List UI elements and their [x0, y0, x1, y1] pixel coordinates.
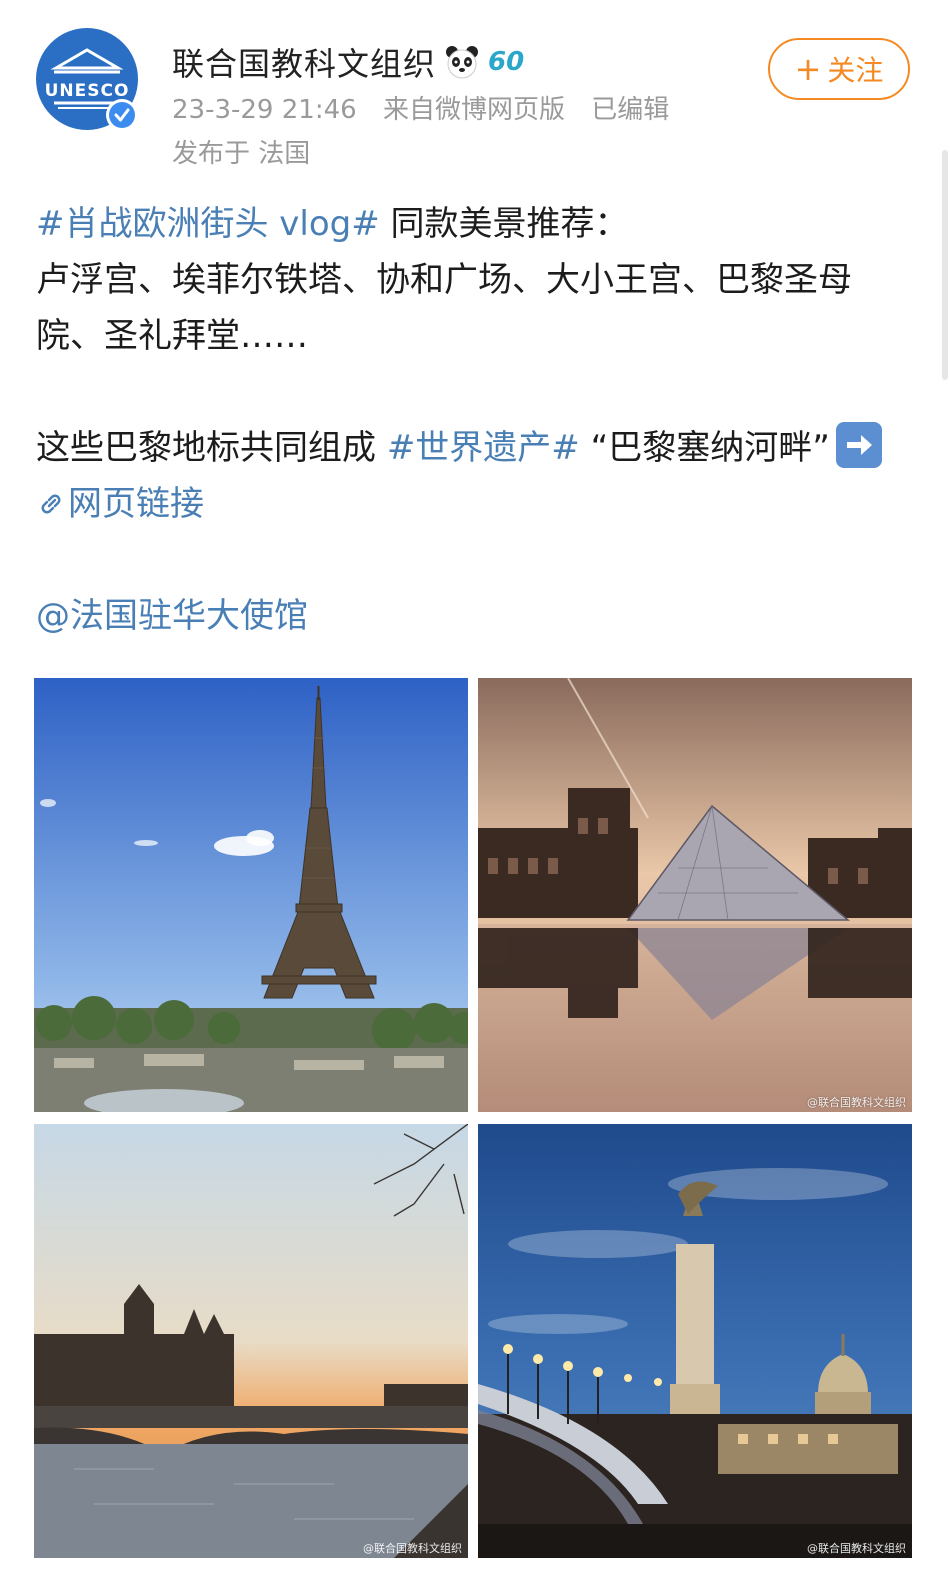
right-arrow-icon [835, 422, 882, 468]
verified-icon [106, 99, 138, 131]
edited-label[interactable]: 已编辑 [591, 95, 669, 125]
post-timestamp: 23-3-29 21:46 [172, 95, 357, 125]
post-location: 发布于 法国 [172, 139, 311, 169]
panda-icon [446, 46, 479, 79]
watermark: @联合国教科文组织 [363, 1541, 462, 1555]
image-grid: @联合国教科文组织 @联合国教科文组织 @联合国教科文组织 [34, 678, 914, 1558]
post-text: 卢浮宫、埃菲尔铁塔、协和广场、大小王宫、巴黎圣母院、圣礼拜堂…… [36, 260, 852, 356]
post-source: 来自微博网页版 [382, 95, 565, 125]
mention-link[interactable]: @法国驻华大使馆 [36, 596, 308, 636]
seine-bridge-photo[interactable]: @联合国教科文组织 [34, 1124, 468, 1558]
hashtag-link[interactable]: #世界遗产# [387, 428, 580, 468]
plus-icon: + [794, 50, 822, 88]
scrollbar[interactable] [942, 150, 948, 380]
post-paragraph-1: #肖战欧洲街头 vlog# 同款美景推荐： 卢浮宫、埃菲尔铁塔、协和广场、大小王… [36, 196, 916, 364]
post-body: #肖战欧洲街头 vlog# 同款美景推荐： 卢浮宫、埃菲尔铁塔、协和广场、大小王… [36, 196, 916, 644]
avatar[interactable]: UNESCO [36, 28, 138, 131]
louvre-pyramid-photo[interactable]: @联合国教科文组织 [478, 678, 912, 1112]
hashtag-link[interactable]: #肖战欧洲街头 vlog# [36, 204, 380, 244]
post-text: 同款美景推荐： [379, 204, 629, 244]
follow-button[interactable]: + 关注 [768, 38, 910, 100]
watermark: @联合国教科文组织 [807, 1541, 906, 1555]
follow-label: 关注 [827, 54, 884, 87]
account-name-row: 联合国教科文组织 60 [172, 40, 524, 84]
post-paragraph-2: 这些巴黎地标共同组成 #世界遗产# “巴黎塞纳河畔” 网页链接 [36, 420, 916, 532]
account-name[interactable]: 联合国教科文组织 [172, 39, 436, 85]
svg-text:UNESCO: UNESCO [45, 81, 130, 101]
link-icon [41, 494, 61, 514]
post-meta: 23-3-29 21:46 来自微博网页版 已编辑 [172, 90, 669, 130]
watermark: @联合国教科文组织 [807, 1095, 906, 1109]
web-link[interactable]: 网页链接 [36, 484, 204, 524]
post-text: 这些巴黎地标共同组成 [36, 428, 387, 468]
post-text: “巴黎塞纳河畔” [579, 428, 830, 468]
level-badge: 60 [488, 47, 525, 77]
eiffel-tower-photo[interactable] [34, 678, 468, 1112]
web-link-label: 网页链接 [68, 484, 204, 524]
post-header: UNESCO 联合国教科文组织 60 23-3-29 21:46 来自微博网页版 [36, 28, 916, 178]
pont-alexandre-photo[interactable]: @联合国教科文组织 [478, 1124, 912, 1558]
